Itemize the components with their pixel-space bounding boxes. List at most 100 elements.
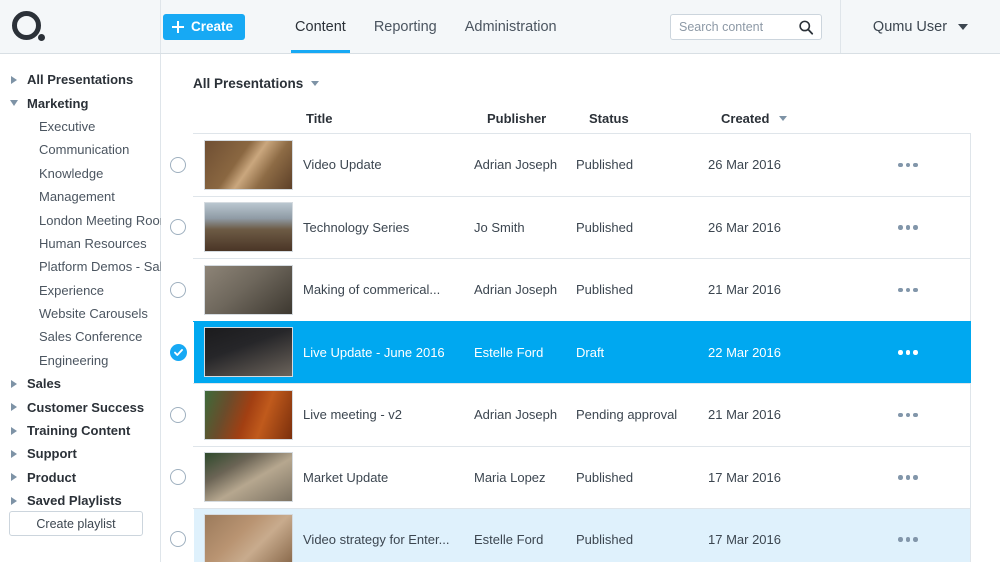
table-row[interactable]: Live Update - June 2016 Estelle Ford Draft… bbox=[162, 320, 971, 383]
column-header-status[interactable]: Status bbox=[589, 111, 721, 126]
more-options-icon bbox=[898, 350, 918, 355]
row-publisher: Adrian Joseph bbox=[474, 407, 558, 423]
breadcrumb[interactable]: All Presentations bbox=[161, 54, 320, 91]
sidebar-item-label: Customer Success bbox=[27, 399, 145, 415]
sidebar-item-customer-success[interactable]: Customer Success bbox=[0, 395, 160, 418]
sidebar-item-management[interactable]: Management bbox=[0, 185, 160, 208]
search-box[interactable] bbox=[670, 13, 822, 40]
row-overflow-menu-button[interactable] bbox=[858, 350, 958, 355]
tab-reporting[interactable]: Reporting bbox=[360, 0, 451, 53]
sidebar-item-label: Marketing bbox=[27, 95, 89, 111]
chevron-right-icon[interactable] bbox=[8, 496, 20, 505]
sidebar-item-training-content[interactable]: Training Content bbox=[0, 419, 160, 442]
table-row[interactable]: Live meeting - v2 Adrian Joseph Pending ap… bbox=[162, 383, 971, 446]
row-status: Pending approval bbox=[576, 407, 678, 423]
chevron-right-icon[interactable] bbox=[8, 473, 20, 482]
video-thumbnail[interactable] bbox=[204, 139, 293, 190]
sidebar-item-label: Engineering bbox=[39, 352, 109, 368]
sidebar-item-knowledge[interactable]: Knowledge bbox=[0, 162, 160, 185]
sidebar-item-engineering[interactable]: Engineering bbox=[0, 349, 160, 372]
table-header: Title Publisher Status Created bbox=[161, 103, 1000, 133]
sidebar-item-support[interactable]: Support bbox=[0, 442, 160, 465]
table-row[interactable]: Video Update Adrian Joseph Published 26 Mar… bbox=[162, 133, 971, 196]
video-thumbnail[interactable] bbox=[204, 514, 293, 562]
thumbnail-cell bbox=[194, 264, 293, 315]
search-wrap bbox=[670, 13, 822, 40]
row-title: Technology Series bbox=[303, 219, 410, 235]
sidebar-item-executive[interactable]: Executive bbox=[0, 115, 160, 138]
sidebar-item-communication[interactable]: Communication bbox=[0, 138, 160, 161]
video-thumbnail[interactable] bbox=[204, 327, 293, 378]
plus-icon bbox=[172, 20, 184, 33]
row-overflow-menu-button[interactable] bbox=[858, 412, 958, 417]
sidebar-item-label: Training Content bbox=[27, 423, 131, 439]
row-checkbox[interactable] bbox=[162, 384, 194, 446]
sidebar-item-label: Knowledge bbox=[39, 165, 104, 181]
qumu-content-manager: Create Content Reporting Administration bbox=[0, 0, 1000, 562]
search-icon[interactable] bbox=[798, 19, 814, 36]
row-overflow-menu-button[interactable] bbox=[858, 225, 958, 230]
sidebar-item-human-resources[interactable]: Human Resources bbox=[0, 232, 160, 255]
chevron-down-icon[interactable] bbox=[8, 100, 20, 107]
sidebar-item-sales-conference[interactable]: Sales Conference bbox=[0, 325, 160, 348]
sidebar-item-label: Experience bbox=[39, 282, 105, 298]
chevron-right-icon[interactable] bbox=[8, 75, 20, 84]
chevron-down-icon bbox=[311, 81, 320, 86]
sidebar-item-saved-playlists[interactable]: Saved Playlists bbox=[0, 489, 160, 512]
video-thumbnail[interactable] bbox=[204, 389, 293, 440]
row-checkbox[interactable] bbox=[162, 196, 194, 258]
sidebar-item-label: Sales Conference bbox=[39, 329, 143, 345]
table-row[interactable]: Market Update Maria Lopez Published 17 Mar … bbox=[162, 445, 971, 508]
sidebar-item-website-carousels[interactable]: Website Carousels bbox=[0, 302, 160, 325]
row-publisher: Maria Lopez bbox=[474, 469, 546, 485]
tab-content-label: Content bbox=[295, 18, 346, 35]
column-header-publisher[interactable]: Publisher bbox=[487, 111, 589, 126]
tab-reporting-label: Reporting bbox=[373, 18, 437, 35]
row-created: 22 Mar 2016 bbox=[708, 344, 781, 360]
row-checkbox[interactable] bbox=[162, 134, 194, 196]
create-button[interactable]: Create bbox=[163, 13, 246, 40]
chevron-right-icon[interactable] bbox=[8, 449, 20, 458]
user-menu[interactable]: Qumu User bbox=[840, 0, 1000, 53]
row-overflow-menu-button[interactable] bbox=[858, 287, 958, 292]
search-input[interactable] bbox=[671, 14, 789, 39]
chevron-right-icon[interactable] bbox=[8, 403, 20, 412]
sidebar-item-product[interactable]: Product bbox=[0, 466, 160, 489]
sidebar-item-platform-demos-sales[interactable]: Platform Demos - Sales bbox=[0, 255, 176, 278]
sidebar-item-all-presentations[interactable]: All Presentations bbox=[0, 68, 160, 91]
row-overflow-menu-button[interactable] bbox=[858, 162, 958, 167]
row-publisher: Adrian Joseph bbox=[474, 157, 558, 173]
video-thumbnail[interactable] bbox=[204, 452, 293, 503]
sidebar-item-marketing[interactable]: Marketing bbox=[0, 91, 160, 114]
qumu-logo-icon bbox=[11, 10, 51, 44]
chevron-right-icon[interactable] bbox=[8, 379, 20, 388]
row-checkbox-checked[interactable] bbox=[162, 321, 194, 383]
create-playlist-button[interactable]: Create playlist bbox=[9, 511, 143, 536]
row-checkbox[interactable] bbox=[162, 446, 194, 508]
row-publisher: Estelle Ford bbox=[474, 344, 544, 360]
video-thumbnail[interactable] bbox=[204, 264, 293, 315]
row-title: Live meeting - v2 bbox=[303, 407, 402, 423]
table-row[interactable]: Making of commerical... Adrian Joseph Publ… bbox=[162, 258, 971, 321]
breadcrumb-label: All Presentations bbox=[193, 76, 304, 91]
table-row[interactable]: Video strategy for Enter... Estelle Ford P… bbox=[162, 508, 971, 562]
row-publisher: Jo Smith bbox=[474, 219, 525, 235]
row-status: Published bbox=[576, 219, 634, 235]
row-overflow-menu-button[interactable] bbox=[858, 475, 958, 480]
content-table-body: Video Update Adrian Joseph Published 26 Mar… bbox=[161, 133, 1000, 562]
row-overflow-menu-button[interactable] bbox=[858, 537, 958, 542]
row-checkbox[interactable] bbox=[162, 259, 194, 321]
chevron-right-icon[interactable] bbox=[8, 426, 20, 435]
column-header-title[interactable]: Title bbox=[306, 111, 487, 126]
sidebar-item-london-meeting-room[interactable]: London Meeting Room bbox=[0, 208, 171, 231]
column-header-created[interactable]: Created bbox=[721, 111, 871, 126]
tab-administration[interactable]: Administration bbox=[451, 0, 571, 53]
thumbnail-cell bbox=[194, 452, 293, 503]
tab-content[interactable]: Content bbox=[281, 0, 360, 53]
sidebar-item-sales[interactable]: Sales bbox=[0, 372, 160, 395]
table-row[interactable]: Technology Series Jo Smith Published 26 Mar… bbox=[162, 195, 971, 258]
video-thumbnail[interactable] bbox=[204, 202, 293, 253]
thumbnail-cell bbox=[194, 202, 293, 253]
row-checkbox[interactable] bbox=[162, 509, 194, 562]
sidebar-item-experience[interactable]: Experience bbox=[0, 279, 160, 302]
